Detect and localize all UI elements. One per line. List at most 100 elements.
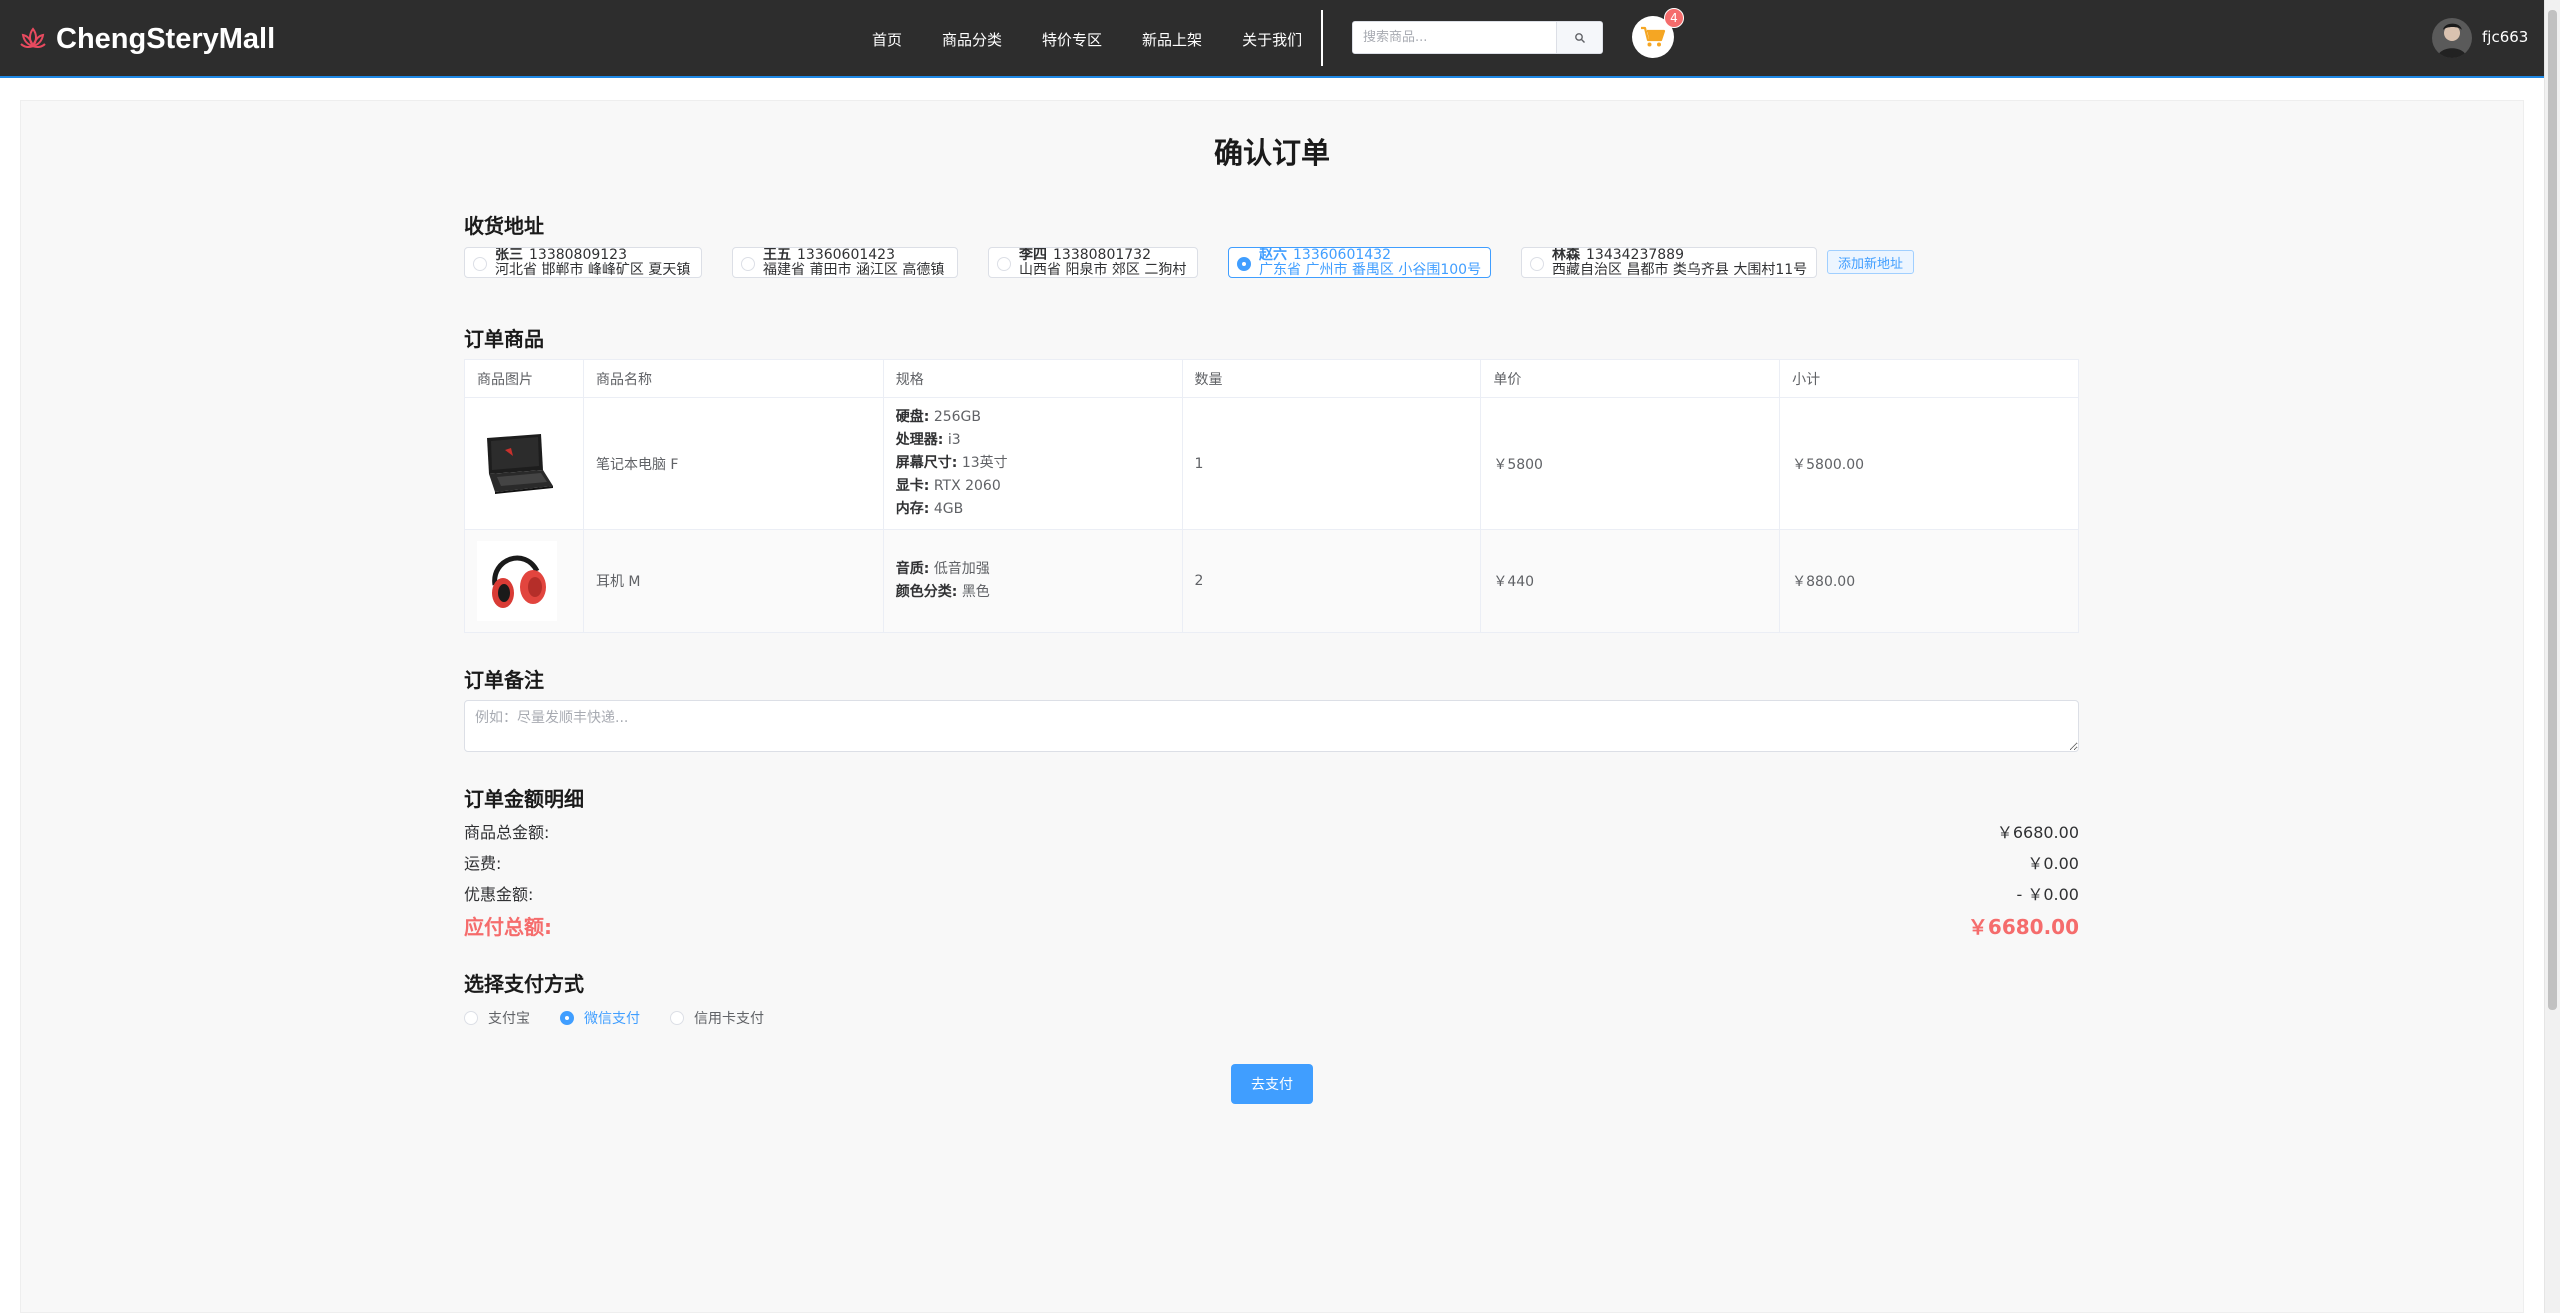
- column-header: 单价: [1480, 359, 1781, 398]
- spec-value: 13英寸: [961, 455, 1008, 471]
- spec-key: 硬盘:: [895, 409, 930, 425]
- address-name: 赵六: [1259, 246, 1287, 263]
- address-radio[interactable]: [1530, 256, 1544, 271]
- payment-label: 微信支付: [584, 1011, 640, 1027]
- address-phone: 13360601432: [1293, 246, 1391, 263]
- table-row: 耳机 M 音质: 低音加强 颜色分类: 黑色 2 ￥440 ￥880.00: [464, 529, 2079, 633]
- product-name: 笔记本电脑 F: [582, 397, 884, 530]
- address-detail: 福建省 莆田市 涵江区 高德镇: [763, 261, 945, 278]
- address-name: 王五: [763, 246, 791, 263]
- spec-value: i3: [947, 432, 961, 448]
- search-button[interactable]: [1556, 22, 1602, 53]
- page-scrollbar[interactable]: [2544, 0, 2560, 1313]
- cart-count-badge: 4: [1664, 8, 1684, 28]
- discount-value: - ￥0.00: [2016, 885, 2080, 904]
- scrollbar-thumb[interactable]: [2548, 10, 2557, 1010]
- goods-amount-row: 商品总金额: ￥6680.00: [464, 819, 2079, 843]
- add-address-button[interactable]: 添加新地址: [1827, 250, 1915, 274]
- nav-specials[interactable]: 特价专区: [1042, 29, 1102, 50]
- address-option[interactable]: 王五 13360601423 福建省 莆田市 涵江区 高德镇: [732, 246, 958, 278]
- address-name: 林森: [1552, 246, 1580, 263]
- spec-value: RTX 2060: [933, 478, 1001, 494]
- column-header: 商品名称: [582, 359, 884, 398]
- freight-value: ￥0.00: [2027, 854, 2079, 873]
- address-detail: 河北省 邯郸市 峰峰矿区 夏天镇: [495, 261, 691, 278]
- payment-section-title: 选择支付方式: [464, 972, 584, 996]
- product-subtotal: ￥880.00: [1779, 529, 2079, 633]
- top-navbar: ChengSteryMall 首页 商品分类 特价专区 新品上架 关于我们 4: [0, 0, 2544, 78]
- payment-radio[interactable]: [670, 1011, 684, 1025]
- product-name: 耳机 M: [582, 529, 884, 633]
- product-specs: 音质: 低音加强 颜色分类: 黑色: [882, 529, 1183, 633]
- address-radio[interactable]: [997, 256, 1011, 271]
- pay-button[interactable]: 去支付: [1231, 1064, 1313, 1104]
- spec-key: 内存:: [895, 501, 930, 517]
- address-option[interactable]: 张三 13380809123 河北省 邯郸市 峰峰矿区 夏天镇: [464, 246, 702, 278]
- address-option[interactable]: 李四 13380801732 山西省 阳泉市 郊区 二狗村: [988, 246, 1198, 278]
- spec-line: 屏幕尺寸: 13英寸: [896, 452, 1182, 475]
- search-input[interactable]: [1353, 22, 1556, 53]
- discount-label: 优惠金额:: [464, 885, 534, 904]
- spec-key: 音质:: [895, 561, 930, 577]
- payment-option-alipay[interactable]: 支付宝: [464, 1008, 530, 1028]
- payment-option-wechat[interactable]: 微信支付: [560, 1008, 640, 1028]
- table-row: 笔记本电脑 F 硬盘: 256GB 处理器: i3 屏幕尺寸: 13英寸 显卡:…: [464, 397, 2079, 530]
- payment-radio[interactable]: [464, 1011, 478, 1025]
- goods-amount-value: ￥6680.00: [1996, 823, 2079, 842]
- payment-label: 信用卡支付: [694, 1011, 764, 1027]
- user-avatar[interactable]: [2432, 18, 2472, 58]
- column-header: 数量: [1181, 359, 1482, 398]
- spec-value: 4GB: [933, 501, 964, 517]
- username[interactable]: fjc663: [2482, 28, 2528, 46]
- spec-line: 处理器: i3: [896, 429, 1182, 452]
- amount-section-title: 订单金额明细: [464, 787, 584, 811]
- nav-about[interactable]: 关于我们: [1242, 29, 1302, 50]
- column-header: 小计: [1779, 359, 2079, 398]
- spec-key: 处理器:: [895, 432, 944, 448]
- total-row: 应付总额: ￥6680.00: [464, 911, 2079, 940]
- address-radio[interactable]: [741, 256, 755, 271]
- headphones-product-image: [477, 541, 557, 621]
- total-label: 应付总额:: [464, 915, 552, 939]
- spec-key: 颜色分类:: [895, 584, 958, 600]
- goods-amount-label: 商品总金额:: [464, 823, 550, 842]
- spec-key: 屏幕尺寸:: [895, 455, 958, 471]
- avatar-image: [2432, 18, 2472, 58]
- address-section-title: 收货地址: [464, 214, 544, 238]
- nav-new-arrivals[interactable]: 新品上架: [1142, 29, 1202, 50]
- nav-home[interactable]: 首页: [872, 29, 902, 50]
- address-phone: 13360601423: [797, 246, 895, 263]
- address-name: 李四: [1019, 246, 1047, 263]
- lotus-logo-icon: [20, 27, 46, 49]
- table-header-row: 商品图片 商品名称 规格 数量 单价 小计: [464, 359, 2079, 398]
- shopping-cart-icon: [1641, 26, 1666, 47]
- address-name: 张三: [495, 246, 523, 263]
- spec-line: 内存: 4GB: [896, 498, 1182, 521]
- discount-row: 优惠金额: - ￥0.00: [464, 881, 2079, 905]
- spec-value: 黑色: [961, 584, 990, 600]
- logo-text: ChengSteryMall: [56, 22, 276, 55]
- page-title: 确认订单: [1213, 136, 1330, 170]
- goods-section-title: 订单商品: [464, 327, 544, 351]
- product-image-cell: [464, 529, 584, 633]
- column-header: 商品图片: [464, 359, 584, 398]
- freight-row: 运费: ￥0.00: [464, 850, 2079, 874]
- payment-radio[interactable]: [560, 1011, 574, 1025]
- order-remark-input[interactable]: [464, 700, 2079, 752]
- address-radio[interactable]: [473, 256, 487, 271]
- product-unit-price: ￥440: [1480, 529, 1781, 633]
- payment-label: 支付宝: [488, 1011, 530, 1027]
- freight-label: 运费:: [464, 854, 502, 873]
- address-option-selected[interactable]: 赵六 13360601432 广东省 广州市 番禺区 小谷围100号: [1228, 246, 1491, 278]
- spec-line: 音质: 低音加强: [896, 558, 1182, 581]
- spec-line: 颜色分类: 黑色: [896, 581, 1182, 604]
- logo[interactable]: ChengSteryMall: [18, 20, 275, 58]
- address-option[interactable]: 林森 13434237889 西藏自治区 昌都市 类乌齐县 大围村11号: [1521, 246, 1817, 278]
- payment-option-credit-card[interactable]: 信用卡支付: [670, 1008, 764, 1028]
- address-phone: 13380809123: [529, 246, 627, 263]
- spec-line: 硬盘: 256GB: [896, 406, 1182, 429]
- total-value: ￥6680.00: [1967, 915, 2079, 939]
- search-box: [1352, 21, 1603, 54]
- address-radio[interactable]: [1237, 256, 1251, 271]
- nav-categories[interactable]: 商品分类: [942, 29, 1002, 50]
